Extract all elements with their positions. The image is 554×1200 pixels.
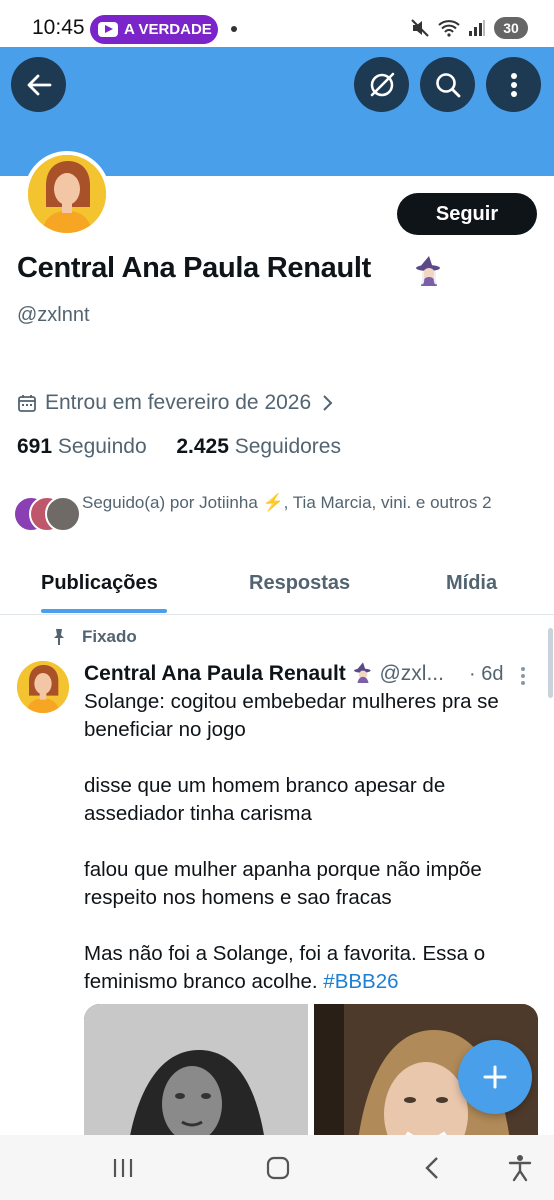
accessibility-icon[interactable] [508,1154,532,1182]
back-button[interactable] [11,57,66,112]
followers-label: Seguidores [234,435,341,458]
status-icons: 30 [410,17,528,39]
followed-by-text[interactable]: Seguido(a) por Jotiinha ⚡️, Tia Marcia, … [82,490,532,515]
tab-respostas[interactable]: Respostas [249,572,350,595]
calendar-icon [18,395,36,412]
profile-tabs: Publicações Respostas Mídia [0,562,554,615]
tab-publicacoes[interactable]: Publicações [41,572,158,595]
tweet-author-name: Central Ana Paula Renault [84,662,346,685]
notification-pill[interactable]: A VERDADE [90,15,218,44]
tab-midia[interactable]: Mídia [446,572,497,595]
witch-emoji [353,662,371,683]
battery-indicator: 30 [494,17,528,39]
follow-counts: 691 Seguindo 2.425 Seguidores [17,435,341,459]
followed-by-avatars[interactable] [13,496,81,532]
witch-emoji [416,256,440,286]
following-link[interactable]: 691 Seguindo [17,435,147,458]
tweet-paragraph: Solange: cogitou embebedar mulheres pra … [84,690,499,741]
back-arrow-icon [27,74,51,95]
recent-apps-icon[interactable] [112,1157,134,1179]
following-label: Seguindo [57,435,147,458]
tweet-paragraph: disse que um homem branco apesar de asse… [84,774,446,825]
notification-dot [231,26,237,32]
tweet-author-handle: @zxl... [379,662,444,685]
followers-count: 2.425 [176,435,229,458]
back-nav-icon[interactable] [424,1156,440,1180]
joined-date-text: Entrou em fevereiro de 2026 [45,391,312,414]
hashtag-link[interactable]: #BBB26 [323,970,398,993]
system-nav-bar [0,1135,554,1200]
notification-pill-label: A VERDADE [124,21,212,38]
plus-icon [483,1065,507,1089]
follow-button[interactable]: Seguir [397,193,537,235]
tweet-author-avatar[interactable] [17,661,69,713]
chevron-right-icon [323,395,333,411]
tweet-header[interactable]: Central Ana Paula Renault @zxl... [84,661,444,686]
profile-handle: @zxlnnt [17,304,90,326]
joined-date-row[interactable]: Entrou em fevereiro de 2026 [17,391,335,415]
scrollbar[interactable] [548,628,553,698]
home-icon[interactable] [266,1156,290,1180]
status-time: 10:45 [32,16,85,39]
tweet-more-icon[interactable] [520,666,526,686]
tweet-avatar-image [17,661,69,713]
active-tab-indicator [41,609,167,613]
following-count: 691 [17,435,53,458]
wifi-icon [438,20,460,37]
profile-avatar[interactable] [24,151,110,237]
pinned-label: Fixado [82,627,137,646]
status-bar: 10:45 A VERDADE 30 [0,0,554,47]
profile-name: Central Ana Paula Renault [17,252,372,284]
search-button[interactable] [420,57,475,112]
follower-avatar [45,496,81,532]
tweet-last-text: Mas não foi a Solange, foi a favorita. E… [84,942,486,993]
grok-icon [370,72,394,96]
youtube-icon [98,22,118,37]
more-vertical-icon [510,72,517,97]
more-options-button[interactable] [486,57,541,112]
avatar-image [28,155,106,233]
compose-button[interactable] [458,1040,532,1114]
tweet-paragraph: falou que mulher apanha porque não impõe… [84,858,482,909]
mute-icon [411,19,429,37]
search-icon [435,72,460,97]
signal-icon [469,20,485,36]
tweet-paragraph-last: Mas não foi a Solange, foi a favorita. E… [84,940,534,996]
grok-button[interactable] [354,57,409,112]
followers-link[interactable]: 2.425 Seguidores [176,435,341,458]
tweet-body[interactable]: Solange: cogitou embebedar mulheres pra … [84,688,534,1024]
pinned-indicator: Fixado [50,627,137,647]
tweet-timestamp[interactable]: · 6d [469,663,503,686]
pin-icon [54,629,64,645]
